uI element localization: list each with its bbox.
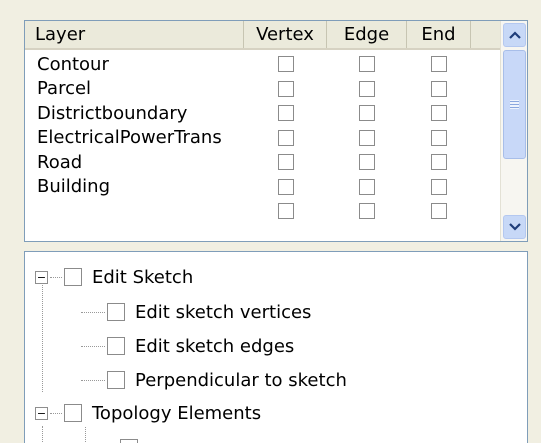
- end-checkbox[interactable]: [431, 129, 447, 146]
- node-checkbox[interactable]: [107, 303, 125, 321]
- layer-name: ElectricalPowerTrans: [37, 127, 222, 149]
- table-row-partially-visible: [25, 199, 501, 224]
- vertical-scrollbar[interactable]: [500, 21, 527, 241]
- table-row: Contour: [25, 52, 501, 77]
- layer-name: Districtboundary: [37, 102, 188, 124]
- tree-node-label: Edit sketch vertices: [135, 301, 312, 323]
- table-row: ElectricalPowerTrans: [25, 126, 501, 151]
- layer-snapping-table: Layer Vertex Edge End Contour Parcel Dis…: [24, 20, 528, 242]
- layer-name: Building: [37, 176, 111, 198]
- tree-node-edit-sketch-vertices[interactable]: Edit sketch vertices: [79, 298, 311, 326]
- vertex-checkbox[interactable]: [277, 154, 294, 171]
- table-row: Districtboundary: [25, 101, 501, 126]
- table-header: Layer Vertex Edge End: [25, 21, 501, 50]
- end-checkbox[interactable]: [431, 178, 447, 195]
- column-header-edge[interactable]: Edge: [327, 21, 407, 48]
- edge-checkbox[interactable]: [359, 56, 375, 73]
- tree-node-partially-visible[interactable]: [85, 434, 148, 443]
- column-header-layer[interactable]: Layer: [25, 21, 244, 48]
- table-row: Road: [25, 150, 501, 175]
- grip-icon: [510, 100, 519, 109]
- tree-node-label: Perpendicular to sketch: [135, 369, 347, 391]
- table-row: Parcel: [25, 77, 501, 102]
- end-checkbox[interactable]: [431, 80, 447, 97]
- tree-node-topology-elements[interactable]: − Topology Elements: [35, 399, 261, 427]
- tree-node-label: Edit Sketch: [92, 266, 194, 288]
- edge-checkbox[interactable]: [359, 203, 375, 220]
- tree-node-edit-sketch-edges[interactable]: Edit sketch edges: [79, 332, 294, 360]
- table-body: Contour Parcel Districtboundary Electric…: [25, 52, 501, 241]
- node-checkbox[interactable]: [64, 268, 82, 286]
- end-checkbox[interactable]: [431, 203, 447, 220]
- tree-guide-line: [42, 426, 43, 443]
- tree-guide-line: [42, 285, 43, 392]
- edge-checkbox[interactable]: [359, 154, 375, 171]
- collapse-icon[interactable]: −: [35, 270, 48, 284]
- tree-node-perpendicular-to-sketch[interactable]: Perpendicular to sketch: [79, 366, 347, 394]
- layer-name: Road: [37, 151, 83, 173]
- edge-checkbox[interactable]: [359, 178, 375, 195]
- vertex-checkbox[interactable]: [277, 178, 294, 195]
- vertex-checkbox[interactable]: [277, 129, 294, 146]
- chevron-down-icon: [508, 223, 521, 231]
- node-checkbox[interactable]: [107, 337, 125, 355]
- vertex-checkbox[interactable]: [277, 105, 294, 122]
- scroll-down-button[interactable]: [503, 215, 526, 239]
- edge-checkbox[interactable]: [359, 105, 375, 122]
- column-header-filler: [471, 21, 501, 48]
- end-checkbox[interactable]: [431, 154, 447, 171]
- vertex-checkbox[interactable]: [277, 56, 294, 73]
- layer-name: Parcel: [37, 78, 92, 100]
- scroll-thumb[interactable]: [503, 50, 526, 159]
- scroll-up-button[interactable]: [503, 23, 526, 47]
- vertex-checkbox[interactable]: [277, 80, 294, 97]
- collapse-icon[interactable]: −: [35, 406, 48, 420]
- chevron-up-icon: [508, 31, 521, 39]
- table-row: Building: [25, 175, 501, 200]
- column-header-end[interactable]: End: [407, 21, 471, 48]
- node-checkbox[interactable]: [120, 439, 138, 443]
- end-checkbox[interactable]: [431, 56, 447, 73]
- tree-node-label: Topology Elements: [92, 402, 262, 424]
- end-checkbox[interactable]: [431, 105, 447, 122]
- vertex-checkbox[interactable]: [277, 203, 294, 220]
- layer-name: Contour: [37, 53, 109, 75]
- edge-checkbox[interactable]: [359, 80, 375, 97]
- node-checkbox[interactable]: [64, 404, 82, 422]
- snapping-tree: − Edit Sketch Edit sketch vertices Edit …: [24, 251, 528, 443]
- tree-node-label: Edit sketch edges: [135, 335, 295, 357]
- edge-checkbox[interactable]: [359, 129, 375, 146]
- node-checkbox[interactable]: [107, 371, 125, 389]
- tree-node-edit-sketch[interactable]: − Edit Sketch: [35, 263, 193, 291]
- column-header-vertex[interactable]: Vertex: [244, 21, 327, 48]
